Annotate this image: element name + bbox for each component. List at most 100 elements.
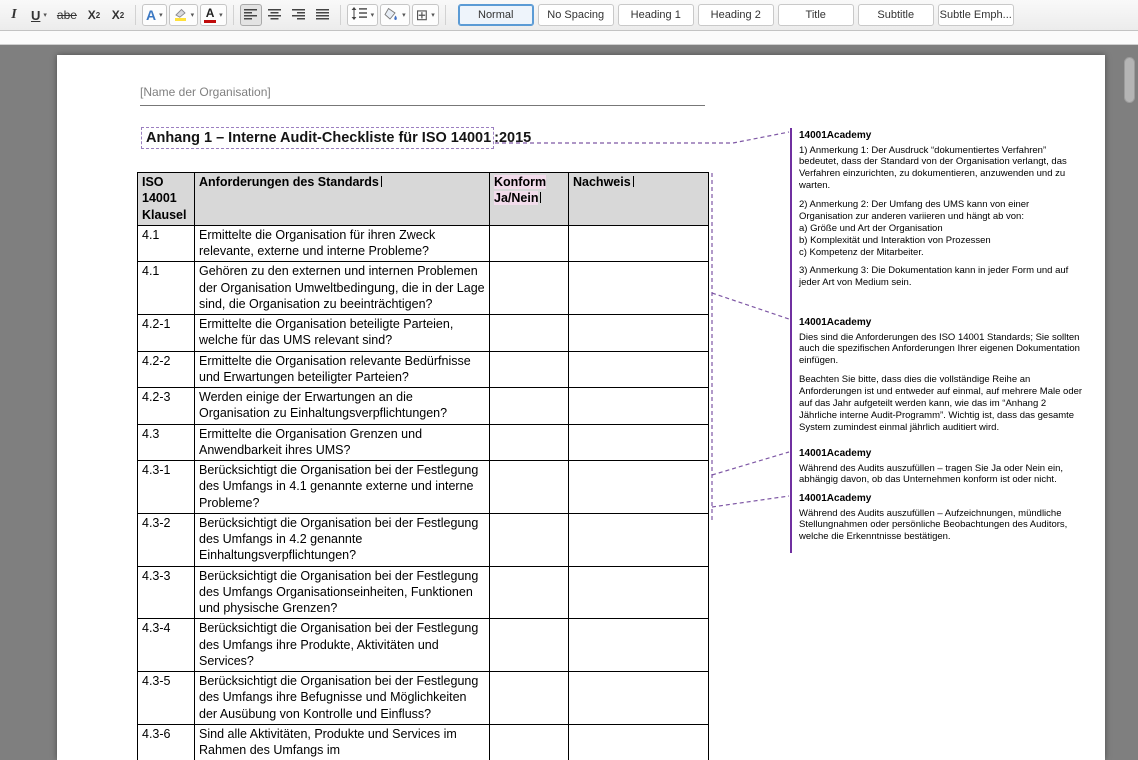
- checklist-table-body: 4.1 Ermittelte die Organisation für ihre…: [138, 225, 709, 760]
- nachweis-cell[interactable]: [569, 619, 709, 672]
- requirement-cell[interactable]: Ermittelte die Organisation Grenzen und …: [195, 424, 490, 461]
- toolbar-separator: [135, 5, 136, 25]
- col-header-nachweis[interactable]: Nachweis: [569, 173, 709, 226]
- subscript-mark: 2: [96, 11, 100, 20]
- font-color-button[interactable]: A ▾: [200, 4, 227, 26]
- konform-cell[interactable]: [490, 424, 569, 461]
- superscript-mark: 2: [120, 11, 124, 20]
- comment-2[interactable]: 14001Academy Dies sind die Anforderungen…: [799, 317, 1084, 441]
- konform-cell[interactable]: [490, 315, 569, 352]
- style-chip-normal[interactable]: Normal: [458, 4, 534, 26]
- clause-cell[interactable]: 4.1: [138, 225, 195, 262]
- clause-cell[interactable]: 4.3-3: [138, 566, 195, 619]
- requirement-cell[interactable]: Ermittelte die Organisation beteiligte P…: [195, 315, 490, 352]
- comments-pane-separator: [790, 128, 792, 553]
- superscript-button[interactable]: X2: [107, 4, 129, 26]
- nachweis-cell[interactable]: [569, 566, 709, 619]
- requirement-cell[interactable]: Berücksichtigt die Organisation bei der …: [195, 461, 490, 514]
- nachweis-cell[interactable]: [569, 424, 709, 461]
- shading-button[interactable]: ▾: [380, 4, 410, 26]
- clause-cell[interactable]: 4.3-4: [138, 619, 195, 672]
- nachweis-cell[interactable]: [569, 672, 709, 725]
- table-row: 4.3-3 Berücksichtigt die Organisation be…: [138, 566, 709, 619]
- italic-button[interactable]: I: [3, 4, 25, 26]
- vertical-scrollbar-thumb[interactable]: [1124, 57, 1135, 103]
- align-right-button[interactable]: [288, 4, 310, 26]
- konform-cell[interactable]: [490, 619, 569, 672]
- konform-cell[interactable]: [490, 262, 569, 315]
- style-chip-title[interactable]: Title: [778, 4, 854, 26]
- comment-4[interactable]: 14001Academy Während des Audits auszufül…: [799, 493, 1084, 550]
- document-page[interactable]: [Name der Organisation] Anhang 1 – Inter…: [57, 55, 1105, 760]
- chevron-down-icon: ▾: [431, 12, 435, 19]
- nachweis-cell[interactable]: [569, 315, 709, 352]
- requirement-cell[interactable]: Werden einige der Erwartungen an die Org…: [195, 388, 490, 425]
- line-spacing-button[interactable]: ▾: [347, 4, 379, 26]
- clause-cell[interactable]: 4.3-1: [138, 461, 195, 514]
- table-row: 4.3-2 Berücksichtigt die Organisation be…: [138, 513, 709, 566]
- comment-3[interactable]: 14001Academy Während des Audits auszufül…: [799, 448, 1084, 493]
- nachweis-cell[interactable]: [569, 262, 709, 315]
- style-chip-no-spacing[interactable]: No Spacing: [538, 4, 614, 26]
- nachweis-cell[interactable]: [569, 724, 709, 760]
- konform-cell[interactable]: [490, 513, 569, 566]
- justify-button[interactable]: [312, 4, 334, 26]
- align-center-button[interactable]: [264, 4, 286, 26]
- comment-1[interactable]: 14001Academy 1) Anmerkung 1: Der Ausdruc…: [799, 130, 1084, 296]
- konform-cell[interactable]: [490, 461, 569, 514]
- organisation-name-placeholder[interactable]: [Name der Organisation]: [140, 85, 271, 99]
- style-chip-heading2[interactable]: Heading 2: [698, 4, 774, 26]
- nachweis-cell[interactable]: [569, 388, 709, 425]
- highlight-button[interactable]: ▾: [169, 4, 199, 26]
- konform-cell[interactable]: [490, 566, 569, 619]
- chevron-down-icon: ▾: [402, 12, 406, 19]
- style-label: Title: [806, 9, 826, 21]
- requirement-cell[interactable]: Ermittelte die Organisation relevante Be…: [195, 351, 490, 388]
- underline-button[interactable]: U▾: [27, 4, 51, 26]
- konform-cell[interactable]: [490, 724, 569, 760]
- nachweis-cell[interactable]: [569, 461, 709, 514]
- document-title[interactable]: Anhang 1 – Interne Audit-Checkliste für …: [141, 127, 531, 149]
- requirement-cell[interactable]: Berücksichtigt die Organisation bei der …: [195, 619, 490, 672]
- clause-cell[interactable]: 4.2-3: [138, 388, 195, 425]
- clause-cell[interactable]: 4.3-2: [138, 513, 195, 566]
- audit-checklist-table: ISO 14001 Klausel Anforderungen des Stan…: [137, 172, 709, 760]
- title-comment-range-box: Anhang 1 – Interne Audit-Checkliste für …: [141, 127, 494, 149]
- subscript-button[interactable]: X2: [83, 4, 105, 26]
- col-header-konform[interactable]: KonformJa/Nein: [490, 173, 569, 226]
- nachweis-cell[interactable]: [569, 225, 709, 262]
- requirement-cell[interactable]: Sind alle Aktivitäten, Produkte und Serv…: [195, 724, 490, 760]
- style-chip-subtitle[interactable]: Subtitle: [858, 4, 934, 26]
- table-row: 4.2-1 Ermittelte die Organisation beteil…: [138, 315, 709, 352]
- align-right-icon: [292, 8, 305, 23]
- chevron-down-icon: ▾: [219, 12, 223, 19]
- konform-cell[interactable]: [490, 351, 569, 388]
- clause-cell[interactable]: 4.2-2: [138, 351, 195, 388]
- konform-cell[interactable]: [490, 388, 569, 425]
- strikethrough-button[interactable]: abe: [53, 4, 81, 26]
- clause-cell[interactable]: 4.3-6: [138, 724, 195, 760]
- requirement-cell[interactable]: Ermittelte die Organisation für ihren Zw…: [195, 225, 490, 262]
- requirement-cell[interactable]: Berücksichtigt die Organisation bei der …: [195, 566, 490, 619]
- clause-cell[interactable]: 4.3-5: [138, 672, 195, 725]
- konform-cell[interactable]: [490, 672, 569, 725]
- comment-paragraph: 1) Anmerkung 1: Der Ausdruck “dokumentie…: [799, 145, 1084, 193]
- clause-cell[interactable]: 4.1: [138, 262, 195, 315]
- requirement-cell[interactable]: Gehören zu den externen und internen Pro…: [195, 262, 490, 315]
- borders-button[interactable]: ⊞ ▾: [412, 4, 439, 26]
- nachweis-cell[interactable]: [569, 513, 709, 566]
- align-left-button[interactable]: [240, 4, 262, 26]
- style-chip-subtle-emphasis[interactable]: Subtle Emph...: [938, 4, 1014, 26]
- requirement-cell[interactable]: Berücksichtigt die Organisation bei der …: [195, 513, 490, 566]
- header-label: Nachweis: [573, 175, 631, 189]
- konform-cell[interactable]: [490, 225, 569, 262]
- nachweis-cell[interactable]: [569, 351, 709, 388]
- requirement-cell[interactable]: Berücksichtigt die Organisation bei der …: [195, 672, 490, 725]
- col-header-anforderungen[interactable]: Anforderungen des Standards: [195, 173, 490, 226]
- chevron-down-icon: ▾: [191, 12, 195, 19]
- clause-cell[interactable]: 4.2-1: [138, 315, 195, 352]
- col-header-klausel[interactable]: ISO 14001 Klausel: [138, 173, 195, 226]
- text-effects-button[interactable]: A▾: [142, 4, 167, 26]
- clause-cell[interactable]: 4.3: [138, 424, 195, 461]
- style-chip-heading1[interactable]: Heading 1: [618, 4, 694, 26]
